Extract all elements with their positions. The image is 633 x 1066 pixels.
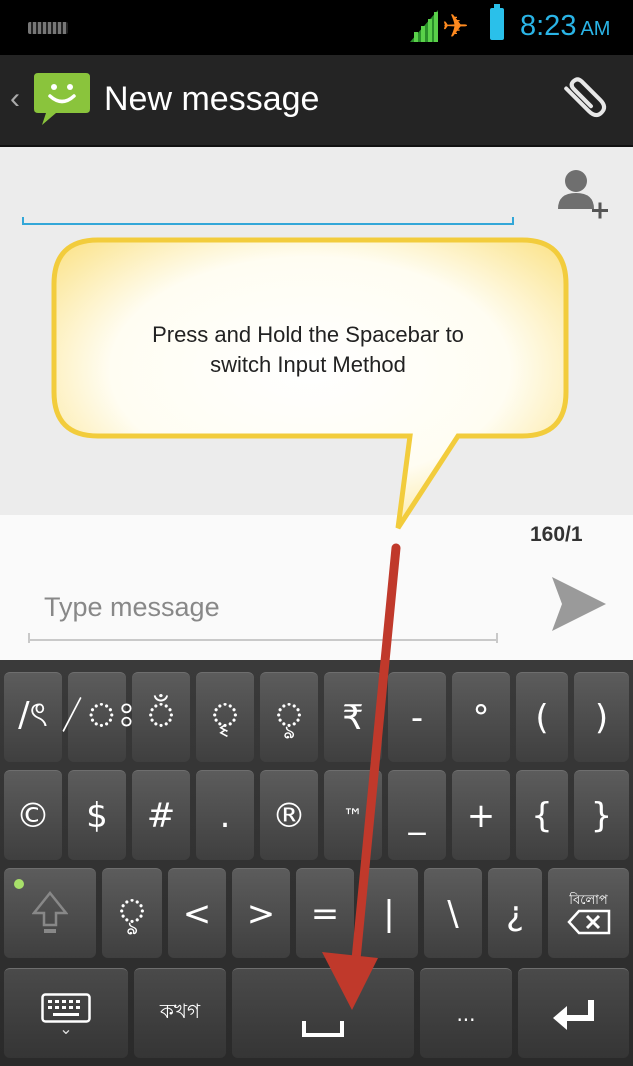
more-symbols-key[interactable]: ...	[420, 968, 512, 1058]
messaging-app-icon[interactable]	[32, 67, 92, 127]
status-time: 8:23 AM	[520, 6, 610, 46]
delete-key[interactable]: বিলোপ	[548, 868, 629, 958]
key-row2-9[interactable]: {	[516, 770, 568, 860]
message-input[interactable]	[28, 575, 498, 641]
key-row1-2[interactable]: /ঃ	[59, 672, 135, 762]
spacebar-key[interactable]	[232, 968, 414, 1058]
shift-arrow-icon	[32, 890, 68, 933]
space-icon	[302, 1020, 344, 1037]
character-counter: 160/1	[530, 523, 583, 546]
key-row3-5[interactable]: |	[360, 868, 418, 958]
delete-key-label: বিলোপ	[569, 892, 608, 908]
add-contact-icon[interactable]	[554, 165, 610, 223]
key-row2-7[interactable]: _	[388, 770, 446, 860]
language-switch-key[interactable]: কখগ	[134, 968, 226, 1058]
key-row3-4[interactable]: =	[296, 868, 354, 958]
key-row2-6[interactable]: ™	[324, 770, 382, 860]
keyboard-notification-icon	[28, 22, 68, 34]
action-bar: ‹ New message	[0, 55, 633, 147]
key-row1-3[interactable]: ঁ	[132, 672, 190, 762]
soft-keyboard: /ৎ /ঃ ঁ ৄ ৢ ₹ - ° ( ) © $ # . ® ™ _ + { …	[0, 660, 633, 1066]
backspace-icon	[566, 909, 610, 934]
key-row1-9[interactable]: (	[516, 672, 568, 762]
status-time-value: 8:23	[520, 10, 577, 42]
key-row2-1[interactable]: ©	[4, 770, 62, 860]
key-row2-5[interactable]: ®	[260, 770, 318, 860]
screen-title: New message	[104, 80, 320, 118]
status-bar: ✈ 8:23 AM	[0, 0, 633, 55]
battery-icon	[490, 4, 504, 40]
enter-key[interactable]	[518, 968, 629, 1058]
key-row3-6[interactable]: \	[424, 868, 482, 958]
key-row1-4[interactable]: ৄ	[196, 672, 254, 762]
input-method-key[interactable]: ⌄	[4, 968, 128, 1058]
signal-icon	[410, 10, 438, 42]
composer: 160/1	[0, 515, 633, 660]
key-row3-7[interactable]: ¿	[488, 868, 542, 958]
key-row1-7[interactable]: -	[388, 672, 446, 762]
key-row2-10[interactable]: }	[574, 770, 629, 860]
key-row1-8[interactable]: °	[452, 672, 510, 762]
key-row1-6[interactable]: ₹	[324, 672, 382, 762]
key-row3-2[interactable]: <	[168, 868, 226, 958]
recipient-area[interactable]	[0, 147, 633, 515]
message-input-underline	[28, 633, 498, 643]
chevron-down-icon: ⌄	[59, 1018, 73, 1038]
key-row2-8[interactable]: +	[452, 770, 510, 860]
keyboard-icon	[41, 992, 91, 1023]
key-row3-3[interactable]: >	[232, 868, 290, 958]
attach-paperclip-icon[interactable]	[556, 67, 616, 127]
key-row2-3[interactable]: #	[132, 770, 190, 860]
enter-arrow-icon	[552, 999, 594, 1030]
key-row1-5[interactable]: ৢ	[260, 672, 318, 762]
send-icon[interactable]	[548, 573, 610, 635]
back-chevron-icon[interactable]: ‹	[10, 81, 20, 117]
status-time-ampm: AM	[580, 18, 611, 40]
key-row2-4[interactable]: .	[196, 770, 254, 860]
recipient-input[interactable]	[22, 217, 514, 225]
key-row2-2[interactable]: $	[68, 770, 126, 860]
key-row1-10[interactable]: )	[574, 672, 629, 762]
shift-indicator-icon	[14, 879, 24, 889]
airplane-mode-icon: ✈	[442, 8, 469, 44]
shift-key[interactable]	[4, 868, 96, 958]
key-row1-1[interactable]: /ৎ	[4, 672, 62, 762]
key-row3-1[interactable]: ৢ	[102, 868, 162, 958]
